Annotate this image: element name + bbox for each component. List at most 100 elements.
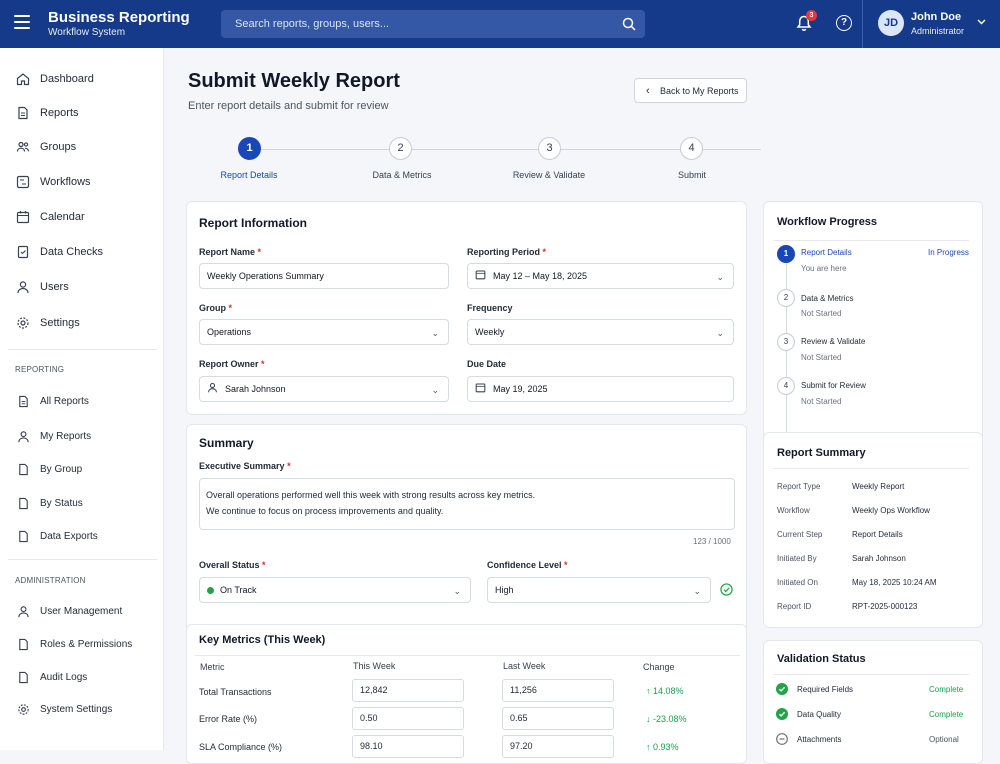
step-1-circle[interactable]: 1 — [238, 137, 261, 160]
summary-value: Weekly Ops Workflow — [852, 506, 930, 515]
label-text: Group — [199, 303, 226, 313]
workflow-step-name[interactable]: Data & Metrics — [801, 294, 853, 303]
this-week-input[interactable]: 98.10 — [352, 735, 464, 758]
confidence-level-select[interactable]: High ⌄ — [487, 577, 711, 603]
avatar[interactable]: JD — [878, 10, 904, 36]
divider — [773, 674, 969, 675]
page-title: Submit Weekly Report — [188, 70, 400, 92]
workflow-step-name[interactable]: Submit for Review — [801, 381, 866, 390]
sidebar-item-calendar[interactable]: Calendar — [16, 207, 85, 227]
validation-key: Data Quality — [797, 710, 842, 719]
label-text: Reporting Period — [467, 247, 541, 257]
sidebar-item-dashboard[interactable]: Dashboard — [16, 69, 94, 89]
summary-value: RPT-2025-000123 — [852, 602, 918, 611]
back-button-label: Back to My Reports — [660, 86, 739, 96]
sidebar-item-label: My Reports — [40, 430, 92, 442]
card-title: Validation Status — [777, 653, 866, 665]
sidebar-item-system-settings[interactable]: System Settings — [16, 699, 112, 719]
workflow-step-name[interactable]: Report Details — [801, 248, 852, 257]
last-week-input[interactable]: 11,256 — [502, 679, 614, 702]
reporting-period-select[interactable]: May 12 – May 18, 2025 ⌄ — [467, 263, 734, 289]
frequency-select[interactable]: Weekly ⌄ — [467, 319, 734, 345]
workflow-step-tag: In Progress — [928, 248, 969, 257]
card-title: Workflow Progress — [777, 216, 878, 228]
report-name-field[interactable]: Weekly Operations Summary — [199, 263, 449, 289]
page-subtitle: Enter report details and submit for revi… — [188, 100, 389, 112]
step-1-label[interactable]: Report Details — [194, 170, 304, 180]
due-date-field[interactable]: May 19, 2025 — [467, 376, 734, 402]
this-week-input[interactable]: 12,842 — [352, 679, 464, 702]
step-3-circle[interactable]: 3 — [538, 137, 561, 160]
user-icon — [207, 378, 219, 402]
field-value: Weekly — [475, 327, 505, 337]
divider — [773, 468, 969, 469]
validation-status-card: Validation Status Required Fields Comple… — [763, 640, 983, 764]
overall-status-select[interactable]: On Track ⌄ — [199, 577, 471, 603]
workflow-step-name[interactable]: Review & Validate — [801, 337, 865, 346]
sidebar-item-label: Data Exports — [40, 530, 98, 542]
group-select[interactable]: Operations ⌄ — [199, 319, 449, 345]
column-header: Metric — [200, 662, 225, 672]
sidebar-item-my-reports[interactable]: My Reports — [16, 426, 91, 446]
sidebar-item-reports[interactable]: Reports — [16, 103, 79, 123]
executive-summary-textarea[interactable]: Overall operations performed well this w… — [199, 478, 735, 530]
step-4-circle[interactable]: 4 — [680, 137, 703, 160]
sidebar-item-settings[interactable]: Settings — [16, 313, 80, 333]
label-text: Overall Status — [199, 560, 260, 570]
last-week-input[interactable]: 97.20 — [502, 735, 614, 758]
users-group-icon — [16, 140, 30, 154]
last-week-input[interactable]: 0.65 — [502, 707, 614, 730]
summary-key: Report Type — [777, 482, 821, 491]
workflow-step-status: Not Started — [801, 397, 842, 406]
sidebar-item-label: All Reports — [40, 395, 89, 407]
report-information-card: Report Information Report Name * Weekly … — [186, 201, 747, 415]
sidebar-item-by-status[interactable]: By Status — [16, 493, 83, 513]
summary-key: Report ID — [777, 602, 812, 611]
sidebar-item-label: System Settings — [40, 703, 113, 715]
sidebar-item-data-exports[interactable]: Data Exports — [16, 526, 98, 546]
sidebar-item-roles-permissions[interactable]: Roles & Permissions — [16, 634, 132, 654]
menu-icon[interactable] — [14, 15, 30, 29]
step-2-label[interactable]: Data & Metrics — [347, 170, 457, 180]
sidebar-item-groups[interactable]: Groups — [16, 137, 76, 157]
app-title: Business Reporting — [48, 9, 190, 26]
user-icon — [16, 280, 30, 294]
this-week-input[interactable]: 0.50 — [352, 707, 464, 730]
sidebar-item-audit-logs[interactable]: Audit Logs — [16, 667, 87, 687]
sidebar-item-users[interactable]: Users — [16, 277, 69, 297]
step-2-circle[interactable]: 2 — [389, 137, 412, 160]
sidebar-item-user-management[interactable]: User Management — [16, 601, 122, 621]
workflow-icon — [16, 175, 30, 189]
calendar-icon — [16, 210, 30, 224]
step-3-label[interactable]: Review & Validate — [494, 170, 604, 180]
required-mark: * — [287, 461, 291, 471]
chevron-down-icon: ⌄ — [716, 272, 724, 282]
field-value: High — [495, 585, 514, 595]
sidebar-item-workflows[interactable]: Workflows — [16, 172, 91, 192]
report-owner-select[interactable]: Sarah Johnson ⌄ — [199, 376, 449, 402]
search-input[interactable]: Search reports, groups, users... — [221, 10, 645, 38]
sidebar-item-data-checks[interactable]: Data Checks — [16, 242, 103, 262]
frequency-label: Frequency — [467, 303, 513, 313]
validation-value: Optional — [929, 735, 959, 744]
required-mark: * — [261, 359, 265, 369]
group-label: Group * — [199, 303, 232, 313]
calendar-icon — [475, 265, 487, 289]
chevron-down-icon: ⌄ — [693, 586, 701, 596]
chevron-down-icon[interactable] — [977, 19, 986, 25]
step-4-label[interactable]: Submit — [637, 170, 747, 180]
search-icon[interactable] — [622, 17, 636, 31]
main-content: Submit Weekly Report Enter report detail… — [164, 48, 1000, 764]
help-icon[interactable]: ? — [836, 15, 852, 31]
sidebar-item-all-reports[interactable]: All Reports — [16, 391, 89, 411]
gear-icon — [16, 702, 30, 716]
field-value: May 19, 2025 — [493, 384, 548, 394]
sidebar-item-by-group[interactable]: By Group — [16, 459, 82, 479]
validation-value: Complete — [929, 710, 964, 719]
workflow-step-status: Not Started — [801, 353, 842, 362]
column-header: This Week — [353, 661, 396, 671]
document-icon — [16, 529, 30, 543]
document-icon — [16, 637, 30, 651]
back-button[interactable]: ‹ Back to My Reports — [634, 78, 747, 103]
field-value: Sarah Johnson — [225, 384, 286, 394]
